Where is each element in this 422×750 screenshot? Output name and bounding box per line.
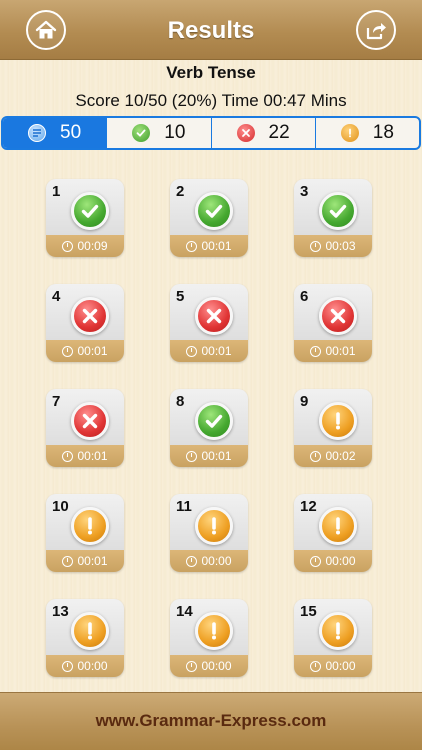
time-bar: 00:03: [294, 235, 372, 257]
clock-icon: [310, 345, 322, 357]
time-spent: 00:09: [77, 239, 108, 253]
time-spent: 00:00: [201, 554, 232, 568]
clock-icon: [186, 450, 198, 462]
question-tile-11[interactable]: 11 00:00: [170, 494, 248, 572]
time-spent: 00:00: [77, 659, 108, 673]
question-number: 11: [176, 498, 192, 515]
question-tile-3[interactable]: 3 00:03: [294, 179, 372, 257]
exclamation-icon: [195, 507, 233, 545]
question-number: 1: [52, 183, 61, 200]
time-bar: 00:01: [294, 340, 372, 362]
question-tile-5[interactable]: 5 00:01: [170, 284, 248, 362]
question-tile-6[interactable]: 6 00:01: [294, 284, 372, 362]
clock-icon: [310, 240, 322, 252]
time-bar: 00:00: [294, 655, 372, 677]
clock-icon: [62, 555, 74, 567]
question-number: 2: [176, 183, 185, 200]
question-number: 4: [52, 288, 61, 305]
footer-bar: www.Grammar-Express.com: [0, 692, 422, 750]
question-tile-1[interactable]: 1 00:09: [46, 179, 124, 257]
exclamation-icon: [71, 507, 109, 545]
time-spent: 00:01: [201, 344, 232, 358]
time-spent: 00:01: [325, 344, 356, 358]
time-spent: 00:03: [325, 239, 356, 253]
cross-icon: [195, 297, 233, 335]
question-tile-4[interactable]: 4 00:01: [46, 284, 124, 362]
question-tile-14[interactable]: 14 00:00: [170, 599, 248, 677]
question-number: 9: [300, 393, 309, 410]
time-bar: 00:01: [46, 340, 124, 362]
clock-icon: [62, 450, 74, 462]
check-icon: [195, 402, 233, 440]
time-spent: 00:01: [77, 449, 108, 463]
time-spent: 00:00: [201, 659, 232, 673]
question-tile-2[interactable]: 2 00:01: [170, 179, 248, 257]
clock-icon: [310, 555, 322, 567]
time-bar: 00:01: [170, 445, 248, 467]
time-bar: 00:01: [46, 445, 124, 467]
check-icon: [195, 192, 233, 230]
cross-icon: [71, 297, 109, 335]
time-bar: 00:01: [46, 550, 124, 572]
time-bar: 00:02: [294, 445, 372, 467]
exclamation-icon: [319, 402, 357, 440]
time-bar: 00:09: [46, 235, 124, 257]
clock-icon: [62, 660, 74, 672]
question-number: 7: [52, 393, 61, 410]
time-bar: 00:01: [170, 340, 248, 362]
clock-icon: [186, 345, 198, 357]
time-spent: 00:01: [77, 554, 108, 568]
question-tile-10[interactable]: 10 00:01: [46, 494, 124, 572]
question-number: 3: [300, 183, 309, 200]
question-number: 12: [300, 498, 317, 515]
question-tile-12[interactable]: 12 00:00: [294, 494, 372, 572]
clock-icon: [310, 450, 322, 462]
question-number: 8: [176, 393, 185, 410]
time-spent: 00:02: [325, 449, 356, 463]
clock-icon: [310, 660, 322, 672]
time-bar: 00:01: [170, 235, 248, 257]
question-tile-9[interactable]: 9 00:02: [294, 389, 372, 467]
question-grid: 1 00:09 2 00:01 3 00:03 4 00:01 5 00:01 6 00:01 7 00:…: [0, 0, 422, 750]
question-number: 5: [176, 288, 185, 305]
cross-icon: [71, 402, 109, 440]
check-icon: [71, 192, 109, 230]
time-bar: 00:00: [294, 550, 372, 572]
time-bar: 00:00: [46, 655, 124, 677]
clock-icon: [186, 660, 198, 672]
time-spent: 00:00: [325, 659, 356, 673]
clock-icon: [186, 240, 198, 252]
time-bar: 00:00: [170, 550, 248, 572]
question-tile-8[interactable]: 8 00:01: [170, 389, 248, 467]
clock-icon: [186, 555, 198, 567]
question-number: 6: [300, 288, 309, 305]
time-spent: 00:01: [201, 239, 232, 253]
time-bar: 00:00: [170, 655, 248, 677]
exclamation-icon: [195, 612, 233, 650]
time-spent: 00:00: [325, 554, 356, 568]
website-link[interactable]: www.Grammar-Express.com: [0, 711, 422, 731]
clock-icon: [62, 240, 74, 252]
time-spent: 00:01: [201, 449, 232, 463]
exclamation-icon: [319, 612, 357, 650]
check-icon: [319, 192, 357, 230]
question-number: 13: [52, 603, 69, 620]
cross-icon: [319, 297, 357, 335]
question-number: 14: [176, 603, 193, 620]
time-spent: 00:01: [77, 344, 108, 358]
question-tile-15[interactable]: 15 00:00: [294, 599, 372, 677]
question-tile-13[interactable]: 13 00:00: [46, 599, 124, 677]
clock-icon: [62, 345, 74, 357]
exclamation-icon: [71, 612, 109, 650]
question-number: 15: [300, 603, 317, 620]
exclamation-icon: [319, 507, 357, 545]
question-tile-7[interactable]: 7 00:01: [46, 389, 124, 467]
question-number: 10: [52, 498, 69, 515]
